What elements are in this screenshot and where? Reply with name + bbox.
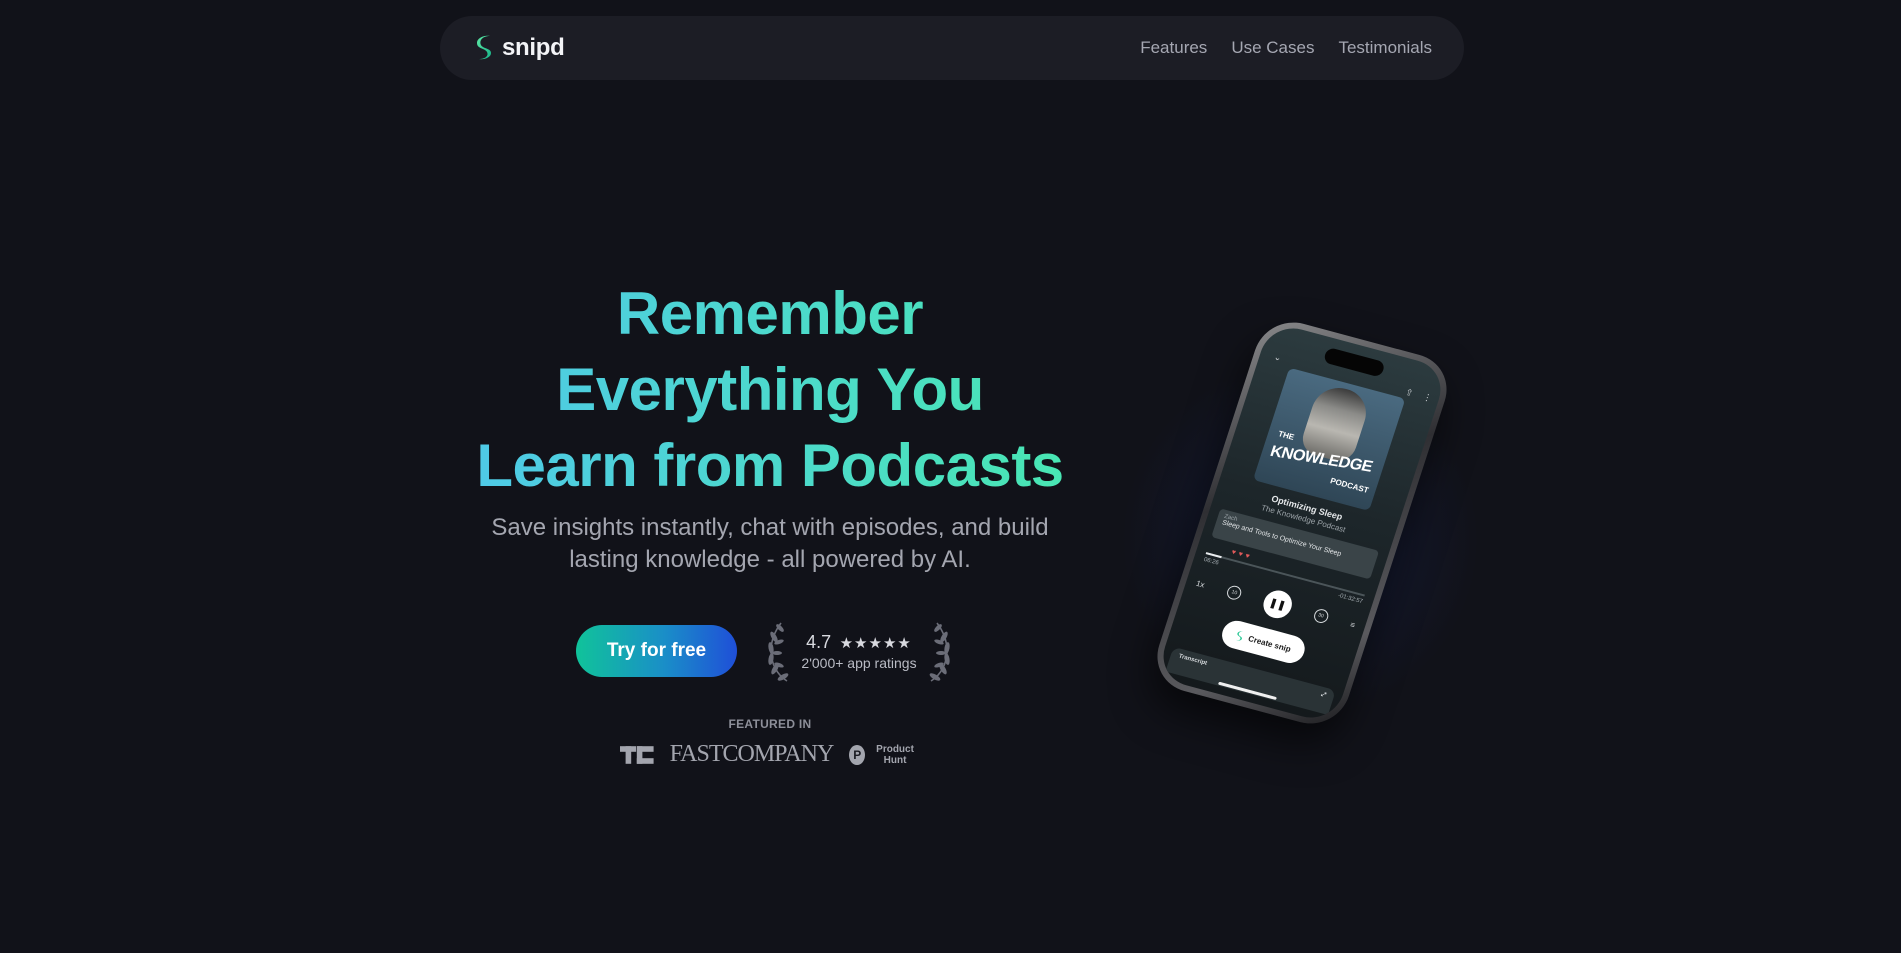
create-snip-button[interactable]: Create snip: [1218, 617, 1309, 667]
product-hunt-icon: P: [849, 744, 866, 765]
nav-links: Features Use Cases Testimonials: [1140, 38, 1432, 58]
phone-mockup: ⌄ ⇧ ⋮ THE KNOWLEDGE PODCAST Optimizing S…: [1147, 314, 1457, 732]
nav-link-use-cases[interactable]: Use Cases: [1231, 38, 1314, 58]
snipd-logo-icon: [477, 35, 491, 60]
cta-row: Try for free 4.7 ★★★★★ 2'000+ app rating…: [576, 619, 955, 683]
subtitle-line-2: lasting knowledge - all powered by AI.: [569, 546, 971, 573]
hero-section: Remember Everything You Learn from Podca…: [440, 276, 1100, 576]
chevron-down-icon: ⌄: [1272, 351, 1283, 364]
featured-logos: FASTCOMPANY P Product Hunt: [620, 741, 920, 768]
brand-logo-link[interactable]: snipd: [476, 34, 565, 62]
pause-icon[interactable]: ❚❚: [1259, 587, 1296, 622]
featured-in: FEATURED IN FASTCOMPANY P Product Hunt: [620, 717, 920, 768]
techcrunch-logo-icon: [620, 745, 654, 764]
nav-link-features[interactable]: Features: [1140, 38, 1207, 58]
player-controls: 1x 10 ❚❚ 30 ≡: [1192, 569, 1359, 638]
rating-stars-icon: ★★★★★: [839, 634, 912, 652]
cover-the: THE: [1277, 429, 1296, 442]
rating-text: 4.7 ★★★★★ 2'000+ app ratings: [801, 632, 916, 671]
transcript-label: Transcript: [1177, 653, 1208, 667]
phone-screen: ⌄ ⇧ ⋮ THE KNOWLEDGE PODCAST Optimizing S…: [1155, 321, 1449, 725]
rating-score: 4.7: [806, 631, 832, 652]
phone-frame: ⌄ ⇧ ⋮ THE KNOWLEDGE PODCAST Optimizing S…: [1147, 314, 1457, 732]
product-hunt-label: Product Hunt: [876, 743, 914, 766]
app-rating-badge: 4.7 ★★★★★ 2'000+ app ratings: [763, 619, 955, 683]
cover-podcast: PODCAST: [1329, 476, 1370, 495]
brand-name: snipd: [502, 34, 565, 61]
featured-label: FEATURED IN: [728, 717, 812, 731]
podcast-cover: THE KNOWLEDGE PODCAST: [1252, 367, 1406, 511]
skip-back-icon[interactable]: 10: [1225, 584, 1244, 602]
skip-forward-icon[interactable]: 30: [1311, 607, 1330, 625]
rating-count: 2'000+ app ratings: [801, 654, 917, 671]
product-hunt-logo: P Product Hunt: [849, 744, 920, 766]
laurel-left-icon: [768, 622, 789, 682]
headline-line-3: Learn from Podcasts: [476, 432, 1064, 499]
expand-icon: ⤢: [1320, 691, 1327, 699]
hero-subtitle: Save insights instantly, chat with episo…: [440, 512, 1100, 576]
more-icon: ⋮: [1421, 391, 1434, 404]
dynamic-island: [1322, 346, 1386, 378]
try-for-free-button[interactable]: Try for free: [576, 625, 737, 677]
hero-headline: Remember Everything You Learn from Podca…: [440, 276, 1100, 504]
subtitle-line-1: Save insights instantly, chat with episo…: [491, 514, 1049, 541]
nav-link-testimonials[interactable]: Testimonials: [1338, 38, 1432, 58]
transcript-panel[interactable]: Transcript ⤢: [1165, 646, 1336, 716]
fast-company-logo: FASTCOMPANY: [669, 741, 835, 767]
headline-line-1: Remember: [616, 280, 924, 347]
navbar: snipd Features Use Cases Testimonials: [440, 16, 1464, 80]
headline-line-2: Everything You: [556, 356, 984, 423]
speed-button[interactable]: 1x: [1195, 578, 1206, 589]
time-elapsed: 06:26: [1202, 556, 1220, 567]
create-snip-label: Create snip: [1247, 633, 1293, 654]
snip-logo-icon: [1236, 630, 1244, 640]
queue-icon[interactable]: ≡: [1349, 620, 1356, 630]
share-icon: ⇧: [1404, 386, 1415, 399]
laurel-right-icon: [929, 622, 950, 682]
